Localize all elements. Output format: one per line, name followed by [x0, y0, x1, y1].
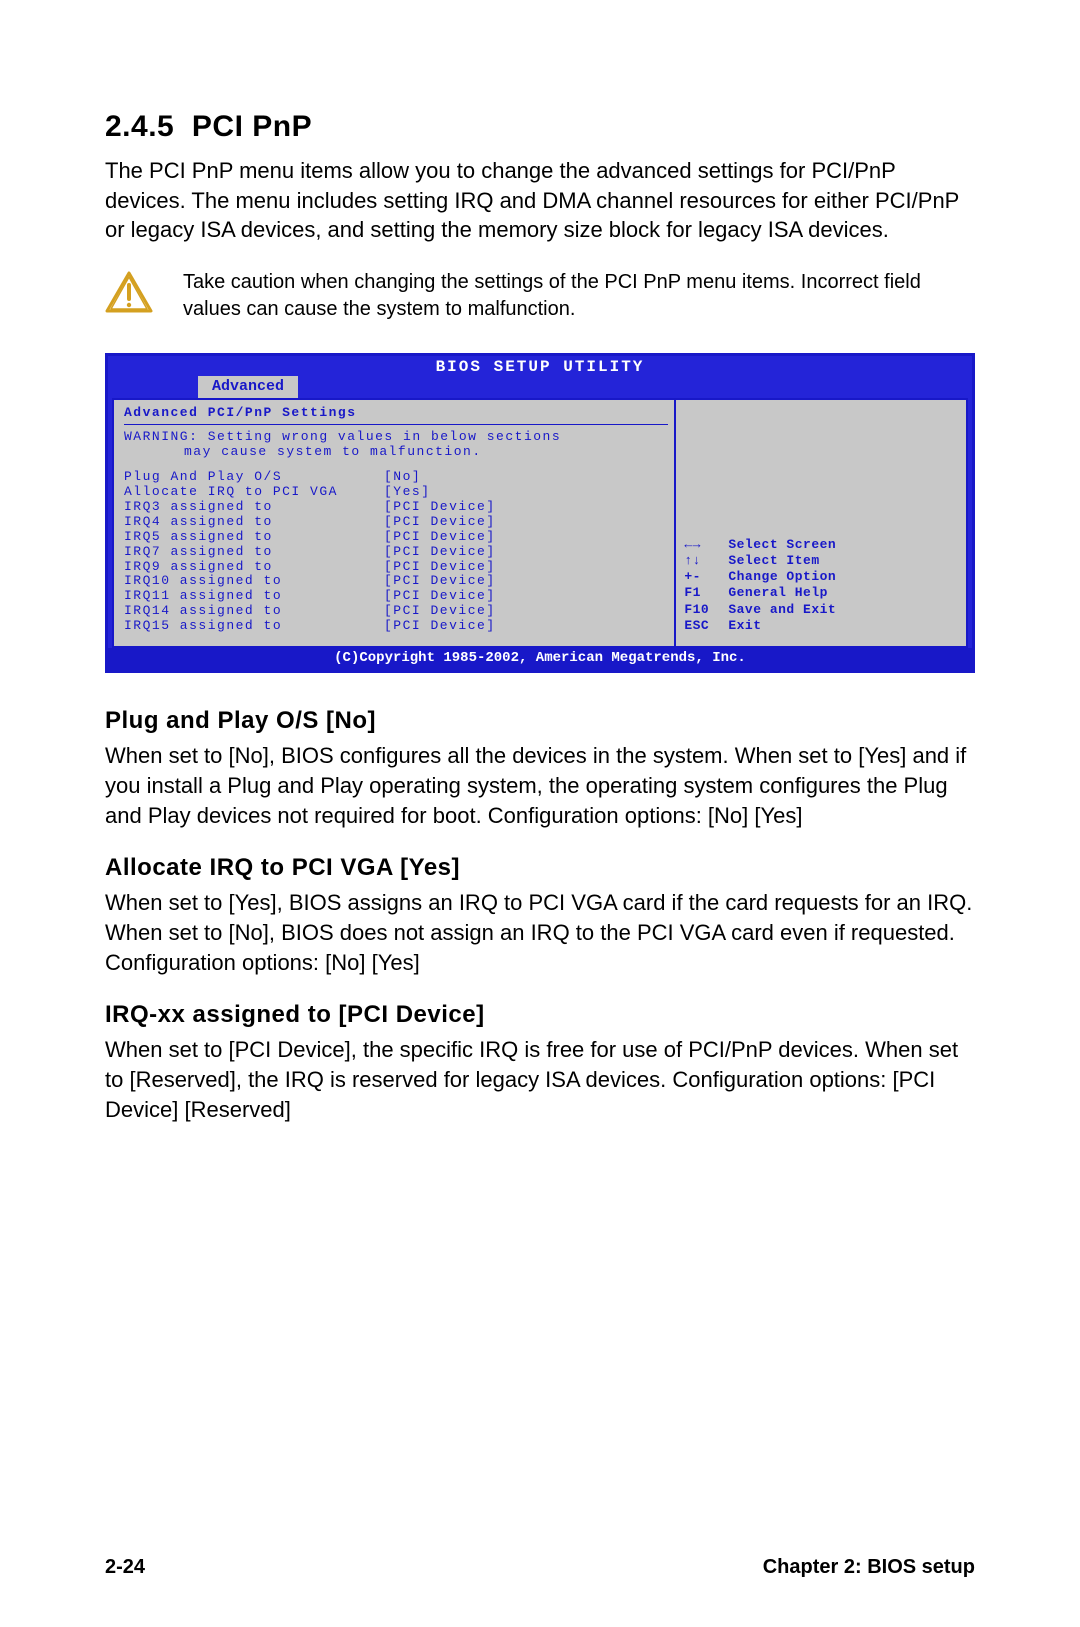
bios-setting-row: IRQ5 assigned to[PCI Device]: [124, 530, 668, 545]
bios-setting-row: IRQ4 assigned to[PCI Device]: [124, 515, 668, 530]
bios-nav-row: ESCExit: [684, 618, 958, 634]
subsection-heading: IRQ-xx assigned to [PCI Device]: [105, 1001, 975, 1029]
bios-left-panel: Advanced PCI/PnP Settings WARNING: Setti…: [114, 400, 676, 646]
bios-panel-heading: Advanced PCI/PnP Settings: [124, 406, 668, 421]
bios-setting-row: IRQ11 assigned to[PCI Device]: [124, 589, 668, 604]
bios-screenshot: BIOS SETUP UTILITY Advanced Advanced PCI…: [105, 353, 975, 673]
section-title-text: PCI PnP: [192, 110, 312, 143]
bios-main: Advanced PCI/PnP Settings WARNING: Setti…: [112, 398, 968, 648]
chapter-label: Chapter 2: BIOS setup: [763, 1556, 975, 1579]
bios-right-panel: ←→Select Screen ↑↓Select Item +-Change O…: [676, 400, 966, 646]
bios-nav-row: F1General Help: [684, 585, 958, 601]
bios-setting-row: IRQ7 assigned to[PCI Device]: [124, 545, 668, 560]
bios-setting-row: Plug And Play O/S[No]: [124, 470, 668, 485]
section-intro: The PCI PnP menu items allow you to chan…: [105, 156, 975, 245]
bios-nav-row: +-Change Option: [684, 569, 958, 585]
page-number: 2-24: [105, 1556, 145, 1579]
bios-nav-row: ↑↓Select Item: [684, 553, 958, 569]
bios-warning-2: may cause system to malfunction.: [124, 445, 668, 460]
bios-copyright: (C)Copyright 1985-2002, American Megatre…: [108, 648, 972, 670]
bios-tab-advanced: Advanced: [198, 376, 298, 398]
caution-block: Take caution when changing the settings …: [105, 269, 975, 323]
section-number: 2.4.5: [105, 110, 174, 143]
bios-title: BIOS SETUP UTILITY: [108, 356, 972, 376]
bios-setting-row: IRQ3 assigned to[PCI Device]: [124, 500, 668, 515]
caution-icon: [105, 271, 153, 320]
bios-setting-row: IRQ15 assigned to[PCI Device]: [124, 619, 668, 634]
subsection-heading: Allocate IRQ to PCI VGA [Yes]: [105, 854, 975, 882]
bios-setting-row: IRQ9 assigned to[PCI Device]: [124, 560, 668, 575]
subsection-body: When set to [Yes], BIOS assigns an IRQ t…: [105, 888, 975, 977]
page-footer: 2-24 Chapter 2: BIOS setup: [105, 1556, 975, 1579]
subsection-body: When set to [No], BIOS configures all th…: [105, 741, 975, 830]
bios-setting-row: Allocate IRQ to PCI VGA[Yes]: [124, 485, 668, 500]
bios-tabbar: Advanced: [108, 376, 972, 398]
bios-setting-row: IRQ14 assigned to[PCI Device]: [124, 604, 668, 619]
caution-text: Take caution when changing the settings …: [183, 269, 975, 323]
section-heading: 2.4.5 PCI PnP: [105, 110, 975, 144]
subsection-body: When set to [PCI Device], the specific I…: [105, 1035, 975, 1124]
bios-nav-row: ←→Select Screen: [684, 537, 958, 553]
bios-setting-row: IRQ10 assigned to[PCI Device]: [124, 574, 668, 589]
bios-warning-1: WARNING: Setting wrong values in below s…: [124, 430, 668, 445]
bios-nav-row: F10Save and Exit: [684, 602, 958, 618]
bios-divider: [124, 424, 668, 425]
subsection-heading: Plug and Play O/S [No]: [105, 707, 975, 735]
